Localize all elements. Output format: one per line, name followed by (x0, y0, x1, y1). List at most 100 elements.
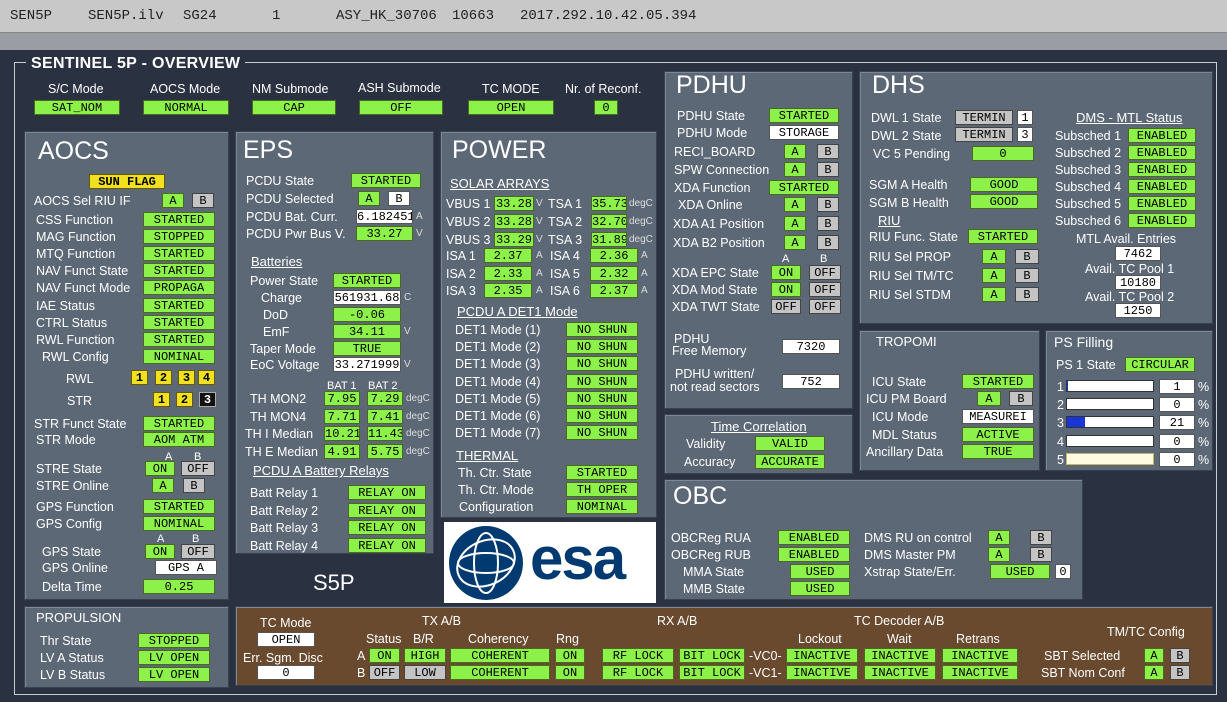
vbus-label: VBUS 1 (446, 197, 491, 211)
aocs-row-label: NAV Funct Mode (36, 281, 131, 296)
mmb-label: MMB State (683, 582, 745, 596)
pdhu-ab2-a: A (784, 235, 806, 250)
onoff-label: XDA EPC State (672, 266, 759, 280)
unit: A (536, 267, 543, 279)
th-bat1-value: 10.21 (324, 426, 360, 441)
mma-value: USED (790, 564, 850, 579)
relay-value: RELAY ON (348, 502, 426, 518)
subsched-value: ENABLED (1128, 196, 1196, 211)
lockout-header: Lockout (798, 632, 842, 646)
row-value: LV OPEN (138, 667, 210, 682)
relay-label: Batt Relay 3 (250, 521, 319, 535)
pdhu-mode-label: PDHU Mode (677, 126, 748, 140)
riu-b: B (192, 193, 214, 208)
mtl-avail-label: MTL Avail. Entries (1076, 232, 1177, 246)
isa-label: ISA 2 (446, 266, 476, 281)
pcdu-curr-label: PCDU Bat. Curr. (246, 210, 338, 224)
det-value: NO SHUN (566, 390, 638, 406)
icu-state-value: STARTED (962, 374, 1034, 389)
validity-value: VALID (755, 436, 825, 451)
br-header: B/R (413, 632, 434, 646)
tx-status: OFF (369, 665, 400, 680)
th-label: TH I Median (245, 427, 314, 441)
pdhu-ab2-label: XDA Online (678, 198, 743, 212)
onoff-a: OFF (771, 298, 801, 314)
emf-label: EmF (263, 325, 290, 339)
unit: degC (406, 445, 430, 457)
stre-online-a: A (152, 478, 174, 493)
subsched-label: Subsched 4 (1055, 180, 1122, 194)
unit: A (641, 250, 648, 261)
dwl1-num: 1 (1017, 110, 1033, 125)
xda-func-label: XDA Function (674, 181, 751, 195)
ps-state-label: PS 1 State (1056, 358, 1116, 372)
dms-pm-label: DMS Master PM (864, 548, 956, 562)
dec-retrans: INACTIVE (942, 665, 1018, 680)
onoff-label: XDA Mod State (672, 282, 758, 297)
tc1-value: 10180 (1115, 275, 1161, 290)
onoff-b: OFF (809, 298, 841, 314)
therm-value: NOMINAL (566, 499, 638, 515)
riu-func-value: STARTED (968, 229, 1038, 244)
dms-pm-b: B (1030, 547, 1052, 562)
tx-br: HIGH (404, 648, 446, 663)
ps-fill-bar (1066, 434, 1154, 447)
pcdu-state-value: STARTED (351, 173, 421, 188)
eps-title: EPS (243, 136, 294, 164)
tx-coherency: COHERENT (450, 665, 550, 680)
tsa-value: 35.73 (591, 196, 627, 211)
aocs-row-value: STARTED (143, 212, 215, 227)
title-band (0, 33, 1227, 50)
aocs-row-value: STARTED (143, 263, 215, 279)
batteries-title: Batteries (251, 254, 303, 269)
retrans-header: Retrans (956, 632, 1000, 646)
riu-ab-a: A (982, 249, 1006, 264)
vbus-value: 33.28 (494, 214, 534, 229)
xstrap-num: 0 (1055, 564, 1071, 579)
time-corr-title: Time Correlation (711, 419, 807, 434)
dwl2-value: TERMIN (955, 127, 1013, 142)
ps-fill-bar (1066, 416, 1154, 429)
pcdu-sel-b: B (388, 191, 410, 206)
subsched-label: Subsched 1 (1055, 129, 1122, 143)
sbt-nom-b: B (1170, 665, 1190, 680)
det-value: NO SHUN (566, 408, 638, 423)
relay-label: Batt Relay 1 (250, 486, 319, 500)
relay-value: RELAY ON (348, 485, 426, 500)
tc-mode-value: OPEN (257, 632, 315, 647)
eoc-label: EoC Voltage (250, 358, 320, 372)
title-field: SG24 (183, 8, 217, 24)
dwl1-value: TERMIN (955, 110, 1013, 125)
tmtc-title: TM/TC Config (1107, 625, 1185, 639)
ash-submode-value: OFF (359, 100, 443, 115)
title-field: SEN5P.ilv (88, 8, 164, 24)
dod-value: -0.06 (333, 307, 401, 322)
mdl-value: ACTIVE (962, 427, 1034, 442)
relay-value: RELAY ON (348, 537, 426, 553)
vc5-value: 0 (972, 146, 1034, 161)
gps-state-label: GPS State (42, 545, 102, 559)
power-state-label: Power State (250, 274, 319, 288)
th-bat2-value: 7.29 (367, 391, 403, 406)
tc2-label: Avail. TC Pool 2 (1085, 290, 1175, 304)
aocs-row-value: STARTED (143, 314, 215, 330)
row-value: STARTED (143, 499, 215, 514)
tcdec-title: TC Decoder A/B (854, 614, 945, 628)
isa-label: ISA 4 (550, 249, 580, 263)
icu-pm-b: B (1009, 391, 1033, 406)
row-a-label: A (357, 649, 366, 663)
aocs-row-value: STARTED (143, 331, 215, 347)
rx-rf-lock: RF LOCK (602, 665, 674, 680)
title-field: 1 (272, 8, 281, 24)
riu-ab-b: B (1015, 268, 1039, 283)
ps-fill-level (1067, 417, 1086, 428)
aocs-row-value: STARTED (143, 297, 215, 313)
tx-coherency: COHERENT (450, 648, 550, 663)
sc-mode-value: SAT_NOM (34, 100, 120, 115)
percent-unit: % (1198, 434, 1210, 449)
isa-value: 2.36 (590, 248, 638, 263)
str-1: 1 (153, 392, 170, 407)
page-title: SENTINEL 5P - OVERVIEW (26, 55, 246, 73)
stre-online-label: STRE Online (36, 479, 109, 493)
unit: V (536, 234, 543, 245)
